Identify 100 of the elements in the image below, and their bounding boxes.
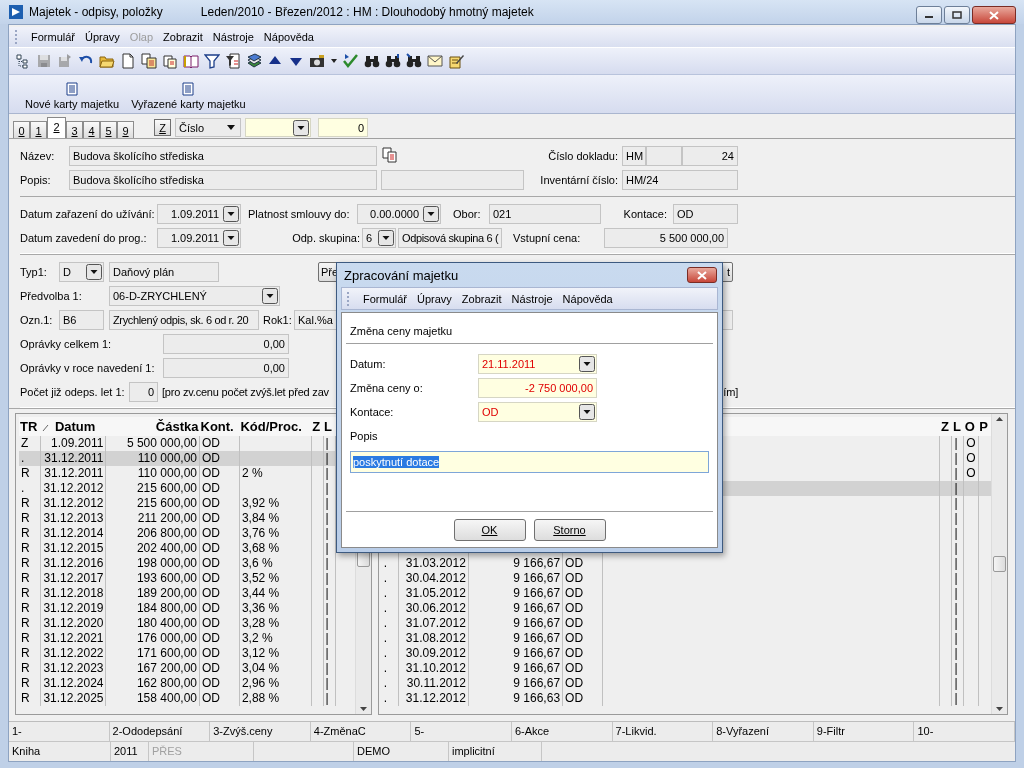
filter-button[interactable]: Z: [154, 119, 171, 136]
dropdown-field[interactable]: 1.09.2011: [157, 204, 241, 224]
column-header[interactable]: Datum: [40, 417, 106, 436]
table-cell: .: [381, 571, 399, 586]
table-cell: 31.12.2022: [40, 646, 106, 661]
table-row[interactable]: R 31.12.2017 193 600,00 OD 3,52 % |: [19, 571, 355, 586]
text-field[interactable]: HM/24: [622, 170, 738, 190]
table-cell: 9 166,63: [468, 691, 563, 706]
text-field[interactable]: 0,00: [163, 358, 289, 378]
table-row[interactable]: R 31.12.2016 198 000,00 OD 3,6 % |: [19, 556, 355, 571]
column-header[interactable]: L: [323, 417, 336, 436]
table-cell: 31.10.2012: [398, 661, 469, 676]
text-field[interactable]: Budova školícího střediska: [69, 170, 377, 190]
field-label: Rok1:: [263, 314, 293, 326]
tab[interactable]: 0: [13, 121, 30, 138]
window-subtitle: Leden/2010 - Březen/2012 : HM : Dlouhodobý hmotný majetek: [200, 5, 534, 19]
table-cell: OD: [199, 661, 240, 676]
table-row[interactable]: R 31.12.2025 158 400,00 OD 2,88 % |: [19, 691, 355, 706]
field-label: Typ1:: [20, 266, 48, 278]
menu-item[interactable]: Nástroje: [207, 31, 259, 43]
toolbar-button[interactable]: Nové karty majetku: [23, 82, 122, 110]
menu-item[interactable]: Zobrazit: [456, 292, 507, 305]
column-header[interactable]: TR: [19, 417, 41, 436]
menu-item[interactable]: Formulář: [358, 292, 412, 305]
table-cell: OD: [199, 631, 240, 646]
dropdown-field[interactable]: OD: [478, 402, 597, 422]
table-cell: OD: [199, 466, 240, 481]
text-field[interactable]: Daňový plán: [109, 262, 219, 282]
field-label: Počet již odeps. let 1:: [20, 386, 126, 398]
text-field[interactable]: HM: [622, 146, 646, 166]
text-field[interactable]: 0: [318, 118, 368, 137]
text-field[interactable]: poskytnutí dotace: [350, 451, 709, 473]
dialog-button[interactable]: Storno: [533, 519, 606, 541]
table-cell: 215 600,00: [106, 496, 200, 511]
column-header[interactable]: Částka: [106, 417, 200, 436]
table-cell: |: [951, 691, 964, 706]
text-field[interactable]: 24: [682, 146, 738, 166]
tab[interactable]: 9: [117, 121, 134, 138]
field-label: Ozn.1:: [20, 314, 54, 326]
dialog-button[interactable]: OK: [453, 519, 526, 541]
toolbar-button[interactable]: Vyřazené karty majetku: [129, 82, 248, 110]
column-header[interactable]: Kód/Proc.: [239, 417, 312, 436]
dropdown-field[interactable]: Číslo: [175, 118, 241, 137]
tab[interactable]: 5: [100, 121, 117, 138]
text-field[interactable]: 0: [129, 382, 158, 402]
menu-item[interactable]: Nápověda: [557, 292, 618, 305]
table-cell: OD: [199, 541, 240, 556]
menu-item[interactable]: Úpravy: [80, 31, 125, 43]
tab[interactable]: 3: [66, 121, 83, 138]
text-field[interactable]: 0,00: [163, 334, 289, 354]
text-field[interactable]: Zrychlený odpis, sk. 6 od r. 20: [109, 310, 259, 330]
column-header[interactable]: P: [978, 417, 992, 436]
dropdown-field[interactable]: D: [59, 262, 104, 282]
menu-item[interactable]: Zobrazit: [158, 31, 208, 43]
table-cell: OD: [562, 631, 603, 646]
table-row[interactable]: R 31.12.2024 162 800,00 OD 2,96 % |: [19, 676, 355, 691]
tab[interactable]: 2: [47, 117, 66, 138]
text-field[interactable]: 021: [489, 204, 601, 224]
dropdown-field[interactable]: 6: [362, 228, 396, 248]
table-cell: |: [323, 586, 336, 601]
menu-item[interactable]: Formulář: [26, 31, 80, 43]
column-header[interactable]: Z: [311, 417, 324, 436]
text-field[interactable]: -2 750 000,00: [478, 378, 597, 398]
table-cell: .: [381, 691, 399, 706]
tab[interactable]: 1: [30, 121, 47, 138]
table-cell: 2 %: [239, 466, 312, 481]
dropdown-field[interactable]: 21.11.2011: [478, 354, 597, 374]
column-header[interactable]: Kont.: [199, 417, 240, 436]
table-row[interactable]: R 31.12.2021 176 000,00 OD 3,2 % |: [19, 631, 355, 646]
dropdown-field[interactable]: 1.09.2011: [157, 228, 241, 248]
menu-item[interactable]: Nápověda: [258, 31, 319, 43]
table-cell: 180 400,00: [106, 616, 200, 631]
table-cell: 110 000,00: [106, 466, 200, 481]
table-row[interactable]: R 31.12.2023 167 200,00 OD 3,04 % |: [19, 661, 355, 676]
table-cell: 31.12.2012: [40, 496, 106, 511]
table-cell: |: [951, 481, 964, 496]
table-row[interactable]: R 31.12.2018 189 200,00 OD 3,44 % |: [19, 586, 355, 601]
table-cell: OD: [199, 481, 240, 496]
dropdown-field[interactable]: 06-D-ZRYCHLENÝ: [109, 286, 280, 306]
tab[interactable]: 4: [83, 121, 100, 138]
text-field[interactable]: Odpisová skupina 6 (: [398, 228, 502, 248]
table-cell: 3,12 %: [239, 646, 312, 661]
menu-item[interactable]: Úpravy: [412, 292, 457, 305]
table-cell: .: [381, 586, 399, 601]
table-row[interactable]: R 31.12.2022 171 600,00 OD 3,12 % |: [19, 646, 355, 661]
text-field[interactable]: B6: [59, 310, 104, 330]
menu-item[interactable]: Nástroje: [506, 292, 558, 305]
text-field[interactable]: Budova školícího střediska: [69, 146, 377, 166]
dialog-title: Zpracování majetku: [344, 267, 459, 283]
field-label: Platnost smlouvy do:: [248, 208, 351, 220]
table-cell: 162 800,00: [106, 676, 200, 691]
table-cell: OD: [562, 556, 603, 571]
table-row[interactable]: R 31.12.2019 184 800,00 OD 3,36 % |: [19, 601, 355, 616]
table-cell: 9 166,67: [468, 661, 563, 676]
text-field[interactable]: OD: [673, 204, 738, 224]
text-field[interactable]: 5 500 000,00: [604, 228, 728, 248]
table-row[interactable]: R 31.12.2020 180 400,00 OD 3,28 % |: [19, 616, 355, 631]
table-cell: 9 166,67: [468, 631, 563, 646]
dropdown-field[interactable]: 0.00.0000: [357, 204, 441, 224]
table-cell: |: [951, 436, 964, 451]
